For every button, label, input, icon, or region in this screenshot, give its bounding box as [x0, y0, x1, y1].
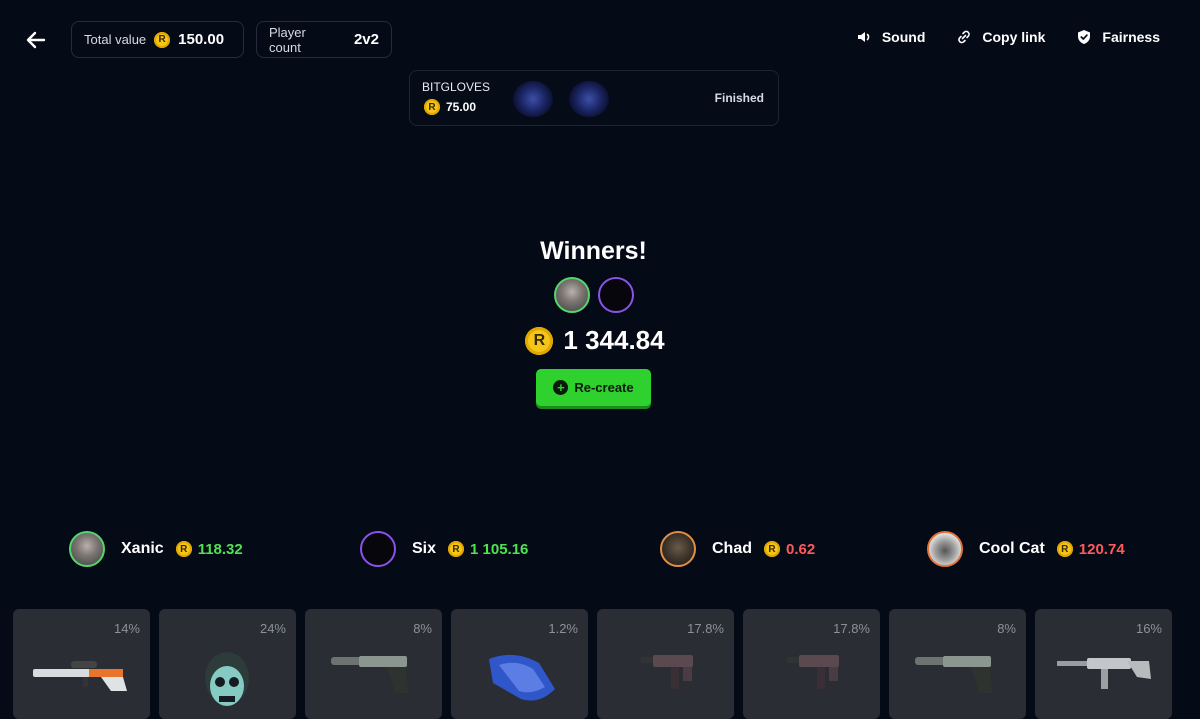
coin-icon: R: [764, 541, 780, 557]
player-amount: R 0.62: [764, 541, 815, 558]
avatar: [660, 531, 696, 567]
avatar: [69, 531, 105, 567]
player-card: Chad R 0.62: [660, 531, 815, 567]
case-name: BITGLOVES: [422, 80, 491, 94]
gloves-icon: [489, 654, 555, 701]
rifle-icon: [1057, 658, 1151, 689]
avatar: [360, 531, 396, 567]
item-chance: 1.2%: [548, 621, 578, 636]
coin-icon: R: [525, 326, 554, 355]
avatar: [598, 277, 634, 313]
copy-link-button[interactable]: Copy link: [955, 28, 1045, 46]
coin-icon: R: [154, 31, 171, 48]
item-chance: 14%: [113, 621, 140, 636]
item-chance: 24%: [259, 621, 286, 636]
total-value-label: Total value: [84, 32, 147, 47]
avatar: [554, 277, 590, 313]
case-card[interactable]: BITGLOVES R 75.00 Finished: [409, 70, 779, 126]
player-name: Chad: [712, 540, 752, 557]
player-name: Xanic: [121, 540, 164, 557]
item-chance: 17.8%: [687, 621, 724, 636]
player-count-label: Player count: [269, 24, 306, 55]
item-chance: 17.8%: [833, 621, 870, 636]
player-name: Six: [412, 540, 437, 557]
coin-icon: R: [448, 541, 465, 557]
avatar: [927, 531, 963, 567]
pistol-icon: [915, 656, 993, 693]
player-card: Six R 1 105.16: [360, 531, 528, 567]
case-price-value: 75.00: [446, 100, 477, 114]
winnings-total-value: 1 344.84: [563, 325, 665, 355]
coin-icon: R: [175, 541, 192, 557]
smg-icon: [787, 655, 839, 689]
player-count-pill: Player count 2v2: [256, 21, 392, 58]
glove-case-icon: [569, 81, 609, 117]
item-chance: 8%: [997, 621, 1016, 636]
player-amount: R 118.32: [175, 540, 243, 558]
player-amount-value: 120.74: [1078, 540, 1125, 558]
back-arrow-icon[interactable]: [22, 26, 50, 54]
case-status: Finished: [714, 91, 764, 105]
copy-link-label: Copy link: [982, 29, 1046, 45]
player-card: Cool Cat R 120.74: [927, 531, 1125, 567]
shield-check-icon: [1078, 30, 1091, 44]
winnings-total: R 1 344.84: [0, 325, 1190, 356]
player-card: Xanic R 118.32: [69, 531, 243, 567]
fairness-label: Fairness: [1102, 29, 1160, 45]
sound-label: Sound: [881, 29, 926, 45]
winners-title: Winners!: [540, 237, 647, 265]
player-amount-value: 118.32: [197, 540, 243, 558]
item-chance: 8%: [413, 621, 432, 636]
case-price: R 75.00: [424, 99, 476, 115]
player-amount-value: 0.62: [786, 540, 816, 558]
player-amount-value: 1 105.16: [470, 540, 529, 558]
coin-icon: R: [424, 99, 440, 115]
glove-case-icon: [513, 81, 553, 117]
total-value-pill: Total value R 150.00: [71, 21, 244, 58]
player-name: Cool Cat: [979, 540, 1045, 557]
player-amount: R 120.74: [1056, 540, 1125, 558]
recreate-label: Re-create: [574, 380, 634, 395]
player-count-value: 2v2: [353, 31, 379, 48]
skull-mask-icon: [205, 652, 249, 706]
pistol-icon: [331, 656, 409, 693]
player-amount: R 1 105.16: [448, 541, 528, 558]
fairness-button[interactable]: Fairness: [1075, 28, 1160, 46]
recreate-button[interactable]: + Re-create: [536, 369, 651, 406]
smg-icon: [641, 655, 693, 689]
coin-icon: R: [1056, 541, 1073, 557]
sniper-rifle-icon: [33, 661, 127, 691]
item-chance: 16%: [1135, 621, 1162, 636]
winner-avatars: [554, 277, 634, 313]
top-nav: Sound Copy link Fairness: [855, 28, 1160, 46]
total-value: 150.00: [178, 31, 225, 48]
plus-circle-icon: +: [553, 380, 569, 395]
sound-button[interactable]: Sound: [855, 28, 926, 46]
speaker-icon: [857, 32, 870, 42]
link-icon: [958, 30, 971, 44]
